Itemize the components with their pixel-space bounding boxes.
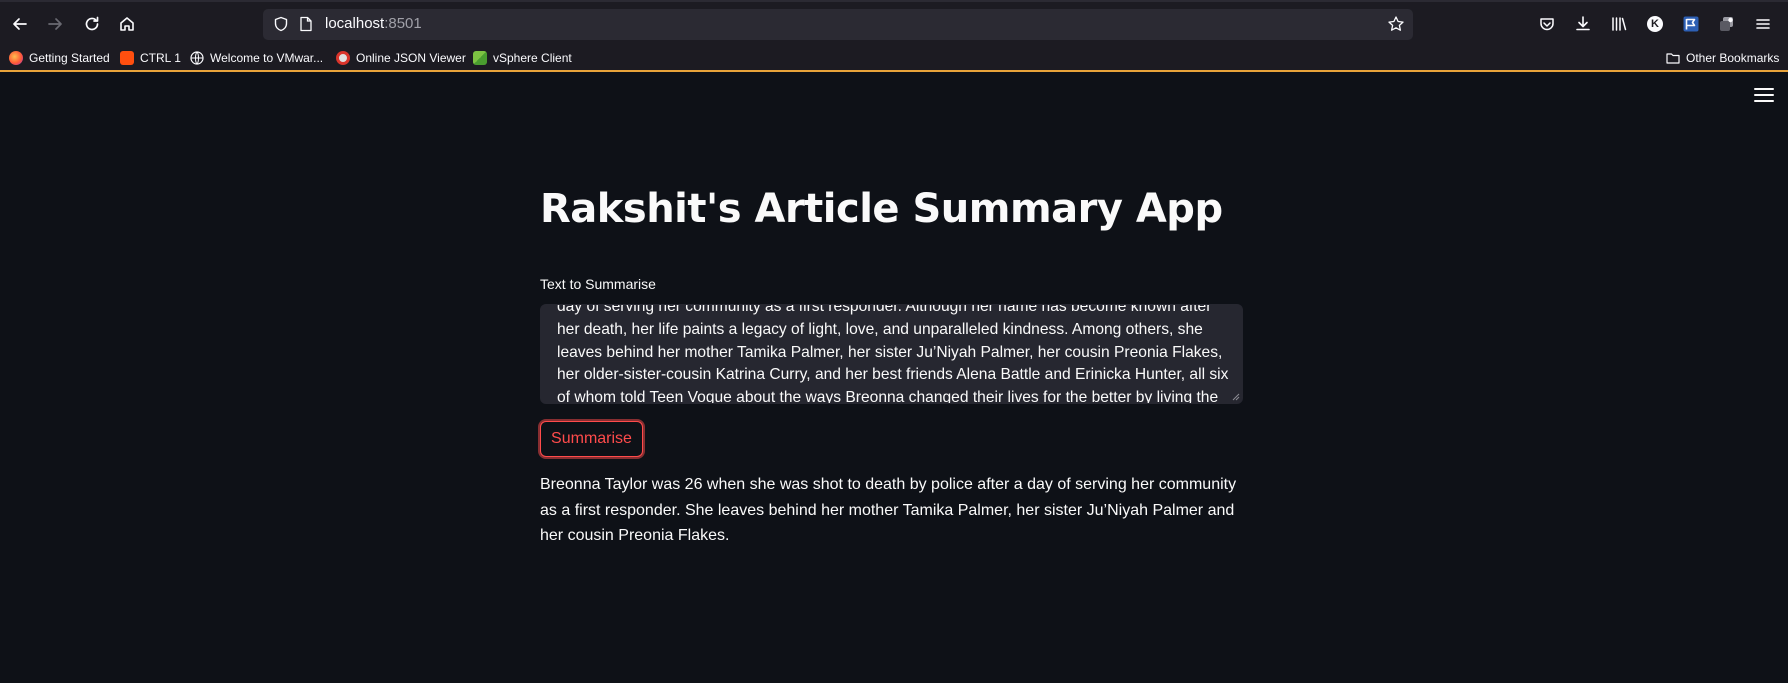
bookmark-label: CTRL 1	[140, 51, 181, 65]
textarea-content[interactable]: day of serving her community as a first …	[557, 305, 1229, 403]
summary-input-textarea[interactable]: day of serving her community as a first …	[540, 304, 1243, 404]
forward-button[interactable]	[43, 12, 67, 36]
bookmark-label: vSphere Client	[493, 51, 572, 65]
globe-icon	[190, 51, 204, 65]
star-icon[interactable]	[1387, 15, 1405, 33]
bookmark-getting-started[interactable]: Getting Started	[9, 48, 110, 68]
arrow-right-icon	[48, 18, 62, 30]
input-label: Text to Summarise	[540, 276, 656, 292]
arrow-left-icon	[13, 18, 27, 30]
app-menu-button[interactable]	[1753, 14, 1773, 34]
hamburger-line	[1754, 88, 1774, 90]
home-button[interactable]	[115, 12, 139, 36]
other-bookmarks[interactable]: Other Bookmarks	[1666, 48, 1779, 68]
json-viewer-icon	[336, 51, 350, 65]
firefox-icon	[9, 51, 23, 65]
summary-output: Breonna Taylor was 26 when she was shot …	[540, 476, 1237, 544]
pocket-icon	[1540, 18, 1554, 31]
bookmark-ctrl1[interactable]: CTRL 1	[120, 48, 181, 68]
library-icon	[1612, 17, 1627, 31]
hamburger-line	[1754, 100, 1774, 102]
summarise-button[interactable]: Summarise	[540, 421, 643, 457]
page-title: Rakshit's Article Summary App	[540, 186, 1223, 232]
menu-icon	[1756, 19, 1770, 29]
vsphere-icon	[473, 51, 487, 65]
hamburger-line	[1754, 94, 1774, 96]
extension-button-puzzle[interactable]	[1717, 14, 1737, 34]
browser-toolbar: localhost:8501 K	[0, 0, 1788, 44]
page-icon[interactable]	[299, 16, 313, 32]
url-port: :8501	[384, 15, 422, 32]
url-text[interactable]: localhost:8501	[325, 15, 422, 32]
extension-icon	[1720, 17, 1733, 31]
library-button[interactable]	[1609, 14, 1629, 34]
bookmark-vsphere[interactable]: vSphere Client	[473, 48, 572, 68]
profile-avatar[interactable]: K	[1645, 14, 1665, 34]
extension-button-flag[interactable]	[1681, 14, 1701, 34]
url-host: localhost	[325, 15, 385, 32]
bookmark-vmware[interactable]: Welcome to VMwar...	[190, 48, 323, 68]
profile-initial: K	[1647, 16, 1663, 32]
resize-handle-icon[interactable]	[1230, 391, 1240, 401]
pocket-button[interactable]	[1537, 14, 1557, 34]
bookmark-label: Welcome to VMwar...	[210, 51, 324, 65]
bookmark-label: Online JSON Viewer	[356, 51, 466, 65]
reload-button[interactable]	[80, 12, 104, 36]
download-icon	[1576, 16, 1590, 31]
downloads-button[interactable]	[1573, 14, 1593, 34]
shield-icon[interactable]	[273, 16, 289, 32]
url-bar[interactable]: localhost:8501	[263, 9, 1413, 40]
reload-icon	[85, 16, 99, 31]
flag-extension-icon	[1683, 16, 1699, 32]
bookmark-json-viewer[interactable]: Online JSON Viewer	[336, 48, 466, 68]
home-icon	[120, 17, 134, 31]
app-menu-hamburger[interactable]	[1754, 88, 1774, 104]
ctrl-icon	[120, 51, 134, 65]
other-bookmarks-label: Other Bookmarks	[1686, 51, 1780, 65]
folder-icon	[1666, 53, 1680, 64]
bookmark-label: Getting Started	[29, 51, 110, 65]
back-button[interactable]	[8, 12, 32, 36]
bookmarks-bar: Getting Started CTRL 1 Welcome to VMwar.…	[0, 44, 1788, 72]
